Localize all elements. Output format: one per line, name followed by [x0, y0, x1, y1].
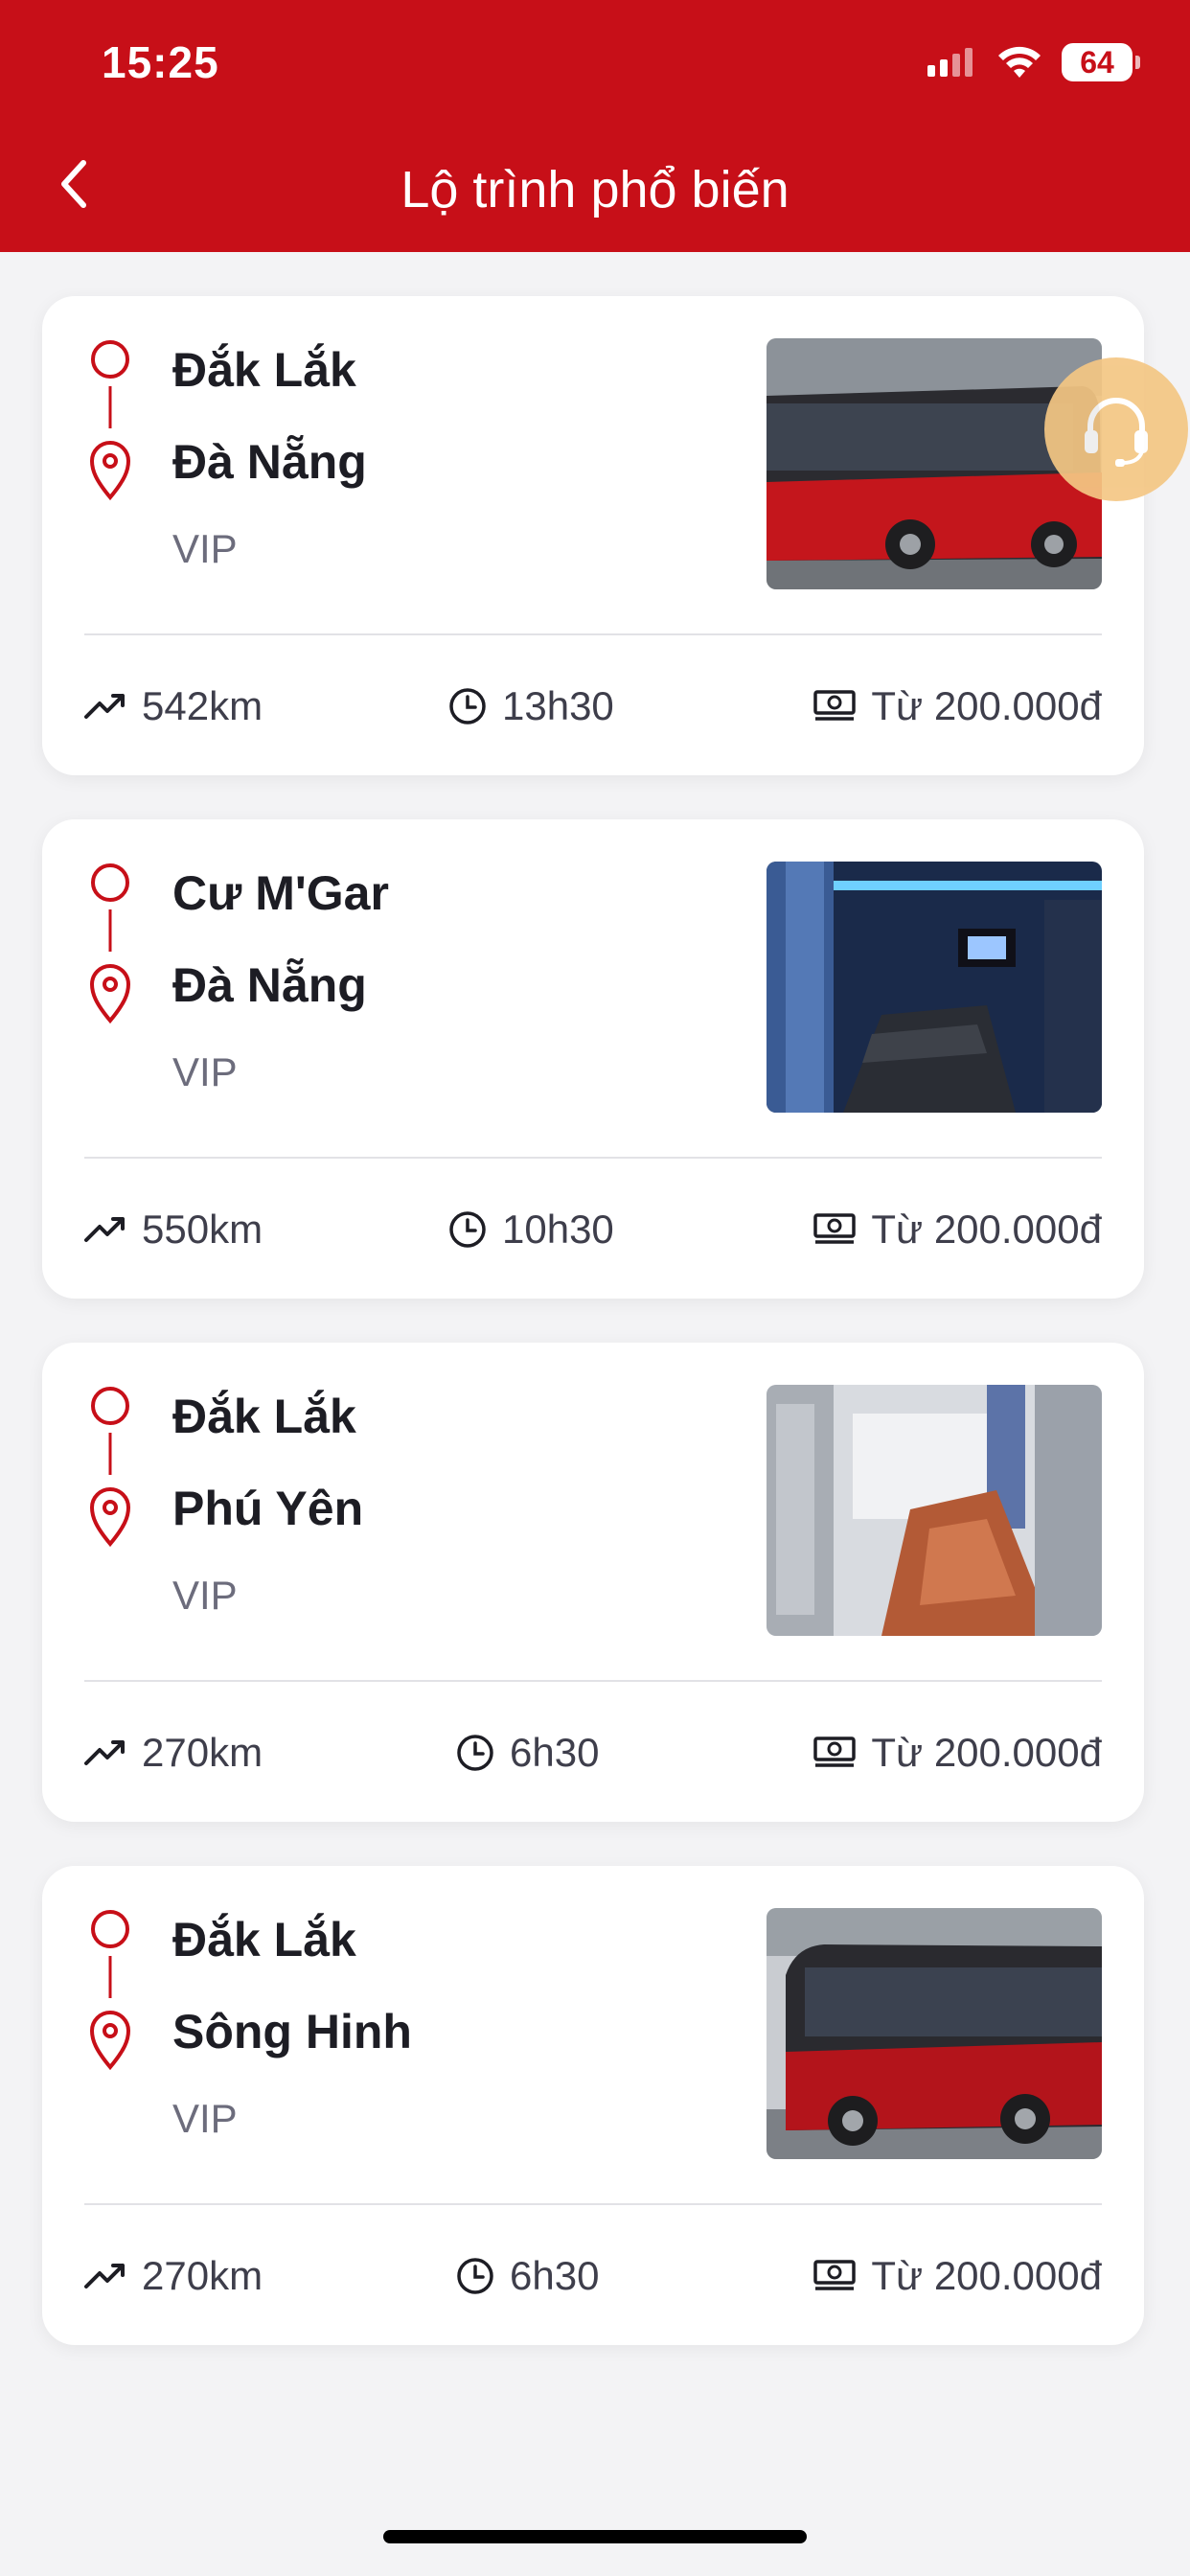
bus-type: VIP: [172, 526, 238, 571]
bus-type: VIP: [172, 1573, 238, 1618]
route-origin: Đắk Lắk: [172, 343, 356, 397]
distance-value: 270km: [142, 1730, 263, 1775]
route-line-icon: [89, 1387, 131, 1548]
trend-icon: [84, 2264, 125, 2288]
price-value: Từ 200.000đ: [871, 1730, 1102, 1775]
route-destination: Phú Yên: [172, 1482, 364, 1535]
status-icons: 64: [927, 38, 1140, 86]
clock-icon: [449, 1211, 486, 1248]
duration-info: 6h30: [456, 2249, 599, 2303]
price-value: Từ 200.000đ: [871, 1207, 1102, 1252]
clock-icon: [457, 2258, 493, 2294]
divider: [84, 1157, 1102, 1159]
status-time: 15:25: [102, 37, 219, 87]
bus-interior-photo: [767, 1385, 1102, 1636]
distance-value: 550km: [142, 1207, 263, 1252]
route-destination: Đà Nẵng: [172, 435, 367, 489]
app-header: 15:25 64 Lộ trình phổ biến: [0, 0, 1190, 252]
bus-photo: [767, 338, 1102, 589]
divider: [84, 2203, 1102, 2205]
duration-value: 6h30: [510, 2253, 600, 2298]
price-info: Từ 200.000đ: [813, 1726, 1102, 1780]
duration-value: 10h30: [502, 1207, 614, 1252]
duration-value: 13h30: [502, 683, 614, 728]
duration-info: 13h30: [448, 679, 614, 733]
price-info: Từ 200.000đ: [813, 2249, 1102, 2303]
money-icon: [813, 1736, 857, 1767]
money-icon: [813, 2260, 857, 2290]
money-icon: [813, 690, 857, 721]
route-destination: Đà Nẵng: [172, 958, 367, 1012]
page-title: Lộ trình phổ biến: [400, 161, 790, 218]
route-line-icon: [89, 340, 131, 501]
support-button[interactable]: [1044, 357, 1188, 501]
duration-value: 6h30: [510, 1730, 600, 1775]
clock-icon: [457, 1735, 493, 1771]
distance-info: 542km: [84, 679, 263, 733]
price-value: Từ 200.000đ: [871, 683, 1102, 728]
bus-interior-photo: [767, 862, 1102, 1113]
battery-icon: 64: [1062, 43, 1140, 81]
price-info: Từ 200.000đ: [813, 1203, 1102, 1256]
bus-type: VIP: [172, 1049, 238, 1094]
price-value: Từ 200.000đ: [871, 2253, 1102, 2298]
route-origin: Đắk Lắk: [172, 1913, 356, 1966]
distance-info: 270km: [84, 2249, 263, 2303]
bus-type: VIP: [172, 2096, 238, 2141]
route-list: Đắk Lắk Đà Nẵng VIP 542km 13h30 Từ 200.0…: [0, 252, 1190, 2576]
clock-icon: [449, 688, 486, 724]
route-origin: Đắk Lắk: [172, 1390, 356, 1443]
trend-icon: [84, 1740, 125, 1765]
route-origin: Cư M'Gar: [172, 866, 389, 920]
distance-value: 542km: [142, 683, 263, 728]
wifi-icon: [998, 46, 1041, 78]
distance-value: 270km: [142, 2253, 263, 2298]
trend-icon: [84, 694, 125, 719]
duration-info: 6h30: [456, 1726, 599, 1780]
price-info: Từ 200.000đ: [813, 679, 1102, 733]
trend-icon: [84, 1217, 125, 1242]
route-destination: Sông Hinh: [172, 2005, 412, 2058]
route-card[interactable]: Cư M'Gar Đà Nẵng VIP 550km 10h30 Từ 200.…: [42, 819, 1144, 1299]
bus-photo: [767, 1908, 1102, 2159]
route-card[interactable]: Đắk Lắk Sông Hinh VIP 270km 6h30 Từ 200.…: [42, 1866, 1144, 2345]
money-icon: [813, 1213, 857, 1244]
duration-info: 10h30: [448, 1203, 614, 1256]
route-line-icon: [89, 863, 131, 1024]
route-card[interactable]: Đắk Lắk Phú Yên VIP 270km 6h30 Từ 200.00…: [42, 1343, 1144, 1822]
divider: [84, 633, 1102, 635]
divider: [84, 1680, 1102, 1682]
distance-info: 270km: [84, 1726, 263, 1780]
home-indicator: [383, 2530, 807, 2543]
distance-info: 550km: [84, 1203, 263, 1256]
route-card[interactable]: Đắk Lắk Đà Nẵng VIP 542km 13h30 Từ 200.0…: [42, 296, 1144, 775]
cellular-signal-icon: [927, 48, 973, 77]
route-line-icon: [89, 1910, 131, 2071]
headset-support-icon: [1085, 398, 1148, 467]
